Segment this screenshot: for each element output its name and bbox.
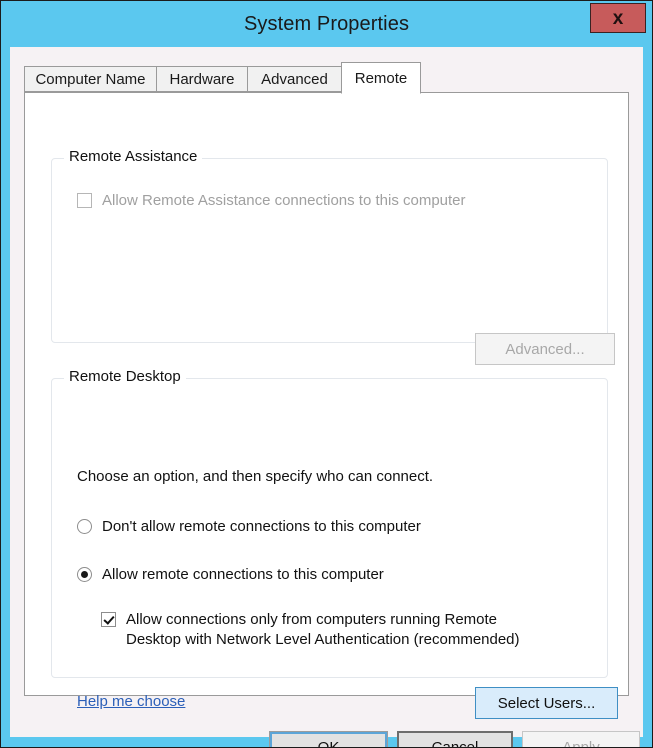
nla-label-line1: Allow connections only from computers ru… (126, 611, 498, 628)
title-bar: System Properties x (1, 1, 652, 47)
system-properties-window: System Properties x Computer Name Hardwa… (0, 0, 653, 748)
cancel-button[interactable]: Cancel (397, 731, 513, 748)
cancel-button-label: Cancel (431, 739, 479, 748)
radio-dont-allow-remote-connections[interactable]: Don't allow remote connections to this c… (77, 517, 421, 537)
close-button[interactable]: x (590, 3, 646, 33)
select-users-button[interactable]: Select Users... (475, 687, 618, 719)
tab-label: Advanced (261, 70, 328, 88)
nla-checkbox-label: Allow connections only from computers ru… (126, 610, 520, 650)
radio-allow-remote-connections[interactable]: Allow remote connections to this compute… (77, 565, 384, 585)
dialog-body: Computer Name Hardware Advanced Remote R… (10, 47, 643, 747)
apply-button: Apply (522, 731, 640, 748)
checkbox-icon[interactable] (77, 193, 92, 208)
tab-hardware[interactable]: Hardware (156, 66, 248, 92)
tab-label: Remote (354, 69, 408, 87)
advanced-button: Advanced... (475, 333, 615, 365)
allow-remote-assistance-label: Allow Remote Assistance connections to t… (102, 192, 466, 209)
select-users-button-label: Select Users... (497, 694, 596, 712)
radio-icon[interactable] (77, 519, 92, 534)
remote-desktop-instruction: Choose an option, and then specify who c… (77, 468, 434, 485)
checkbox-icon[interactable] (101, 612, 116, 627)
window-title: System Properties (243, 12, 410, 35)
tab-computer-name[interactable]: Computer Name (24, 66, 157, 92)
tab-remote[interactable]: Remote (341, 62, 421, 94)
ok-button[interactable]: OK (269, 731, 388, 748)
radio-icon[interactable] (77, 567, 92, 582)
remote-assistance-group-title: Remote Assistance (64, 148, 203, 165)
apply-button-label: Apply (562, 739, 600, 748)
radio-allow-label: Allow remote connections to this compute… (102, 566, 384, 583)
close-icon: x (612, 7, 624, 29)
tab-label: Hardware (169, 70, 235, 88)
remote-desktop-group-title: Remote Desktop (64, 368, 186, 385)
allow-remote-assistance-checkbox-row[interactable]: Allow Remote Assistance connections to t… (77, 191, 466, 211)
radio-dont-allow-label: Don't allow remote connections to this c… (102, 518, 421, 535)
remote-assistance-group: Remote Assistance Allow Remote Assistanc… (51, 148, 608, 343)
nla-label-line2: Desktop with Network Level Authenticatio… (126, 631, 520, 648)
ok-button-label: OK (317, 739, 340, 748)
advanced-button-label: Advanced... (505, 340, 585, 358)
remote-tab-panel: Remote Assistance Allow Remote Assistanc… (24, 92, 629, 719)
help-me-choose-link[interactable]: Help me choose (77, 693, 185, 710)
tab-advanced[interactable]: Advanced (247, 66, 342, 92)
nla-checkbox-row[interactable]: Allow connections only from computers ru… (101, 610, 571, 650)
tab-label: Computer Name (35, 70, 146, 88)
